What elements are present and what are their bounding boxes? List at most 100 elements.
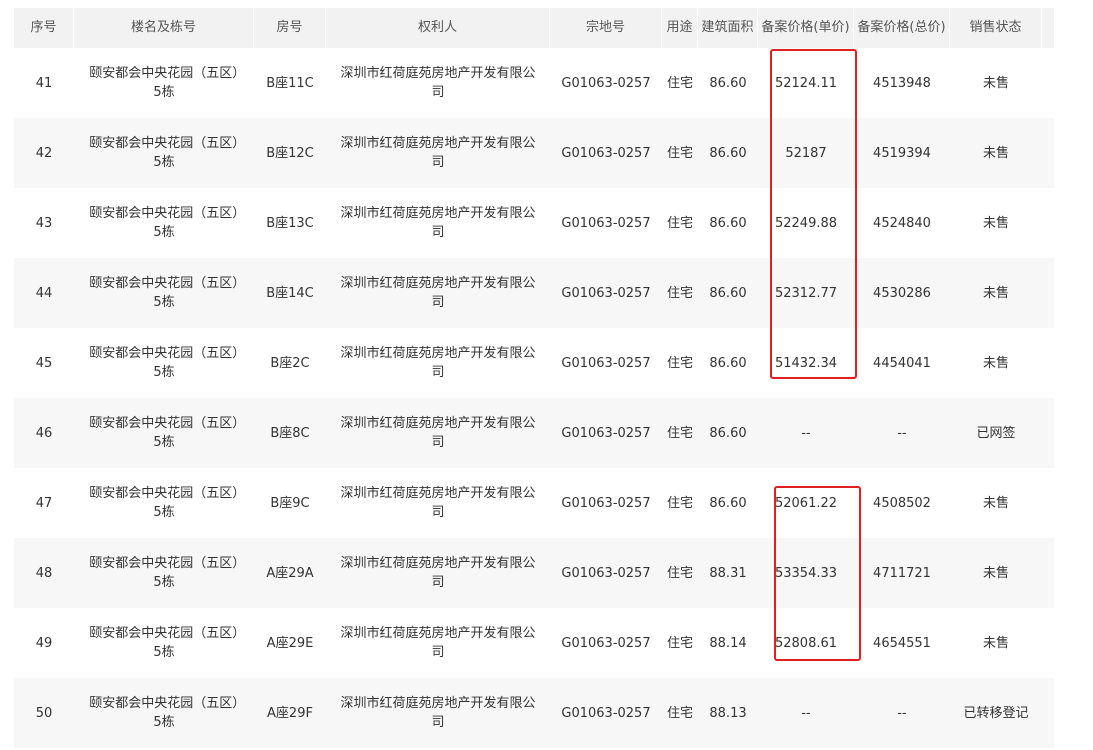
cell-total-price: 4508502	[873, 495, 931, 511]
cell-no: 47	[35, 495, 53, 511]
cell-room: B座11C	[266, 75, 314, 91]
cell-room: A座29F	[267, 705, 313, 721]
cell-no: 48	[35, 565, 53, 581]
cell-total-price: 4524840	[873, 215, 931, 231]
table-row: 49 颐安都会中央花园（五区）5栋 A座29E 深圳市红荷庭苑房地产开发有限公司 G01…	[14, 608, 1054, 678]
cell-parcel: G01063-0257	[561, 285, 651, 301]
cell-use: 住宅	[666, 355, 693, 371]
cell-owner: 深圳市红荷庭苑房地产开发有限公司	[326, 344, 550, 382]
cell-owner: 深圳市红荷庭苑房地产开发有限公司	[326, 134, 550, 172]
cell-status: 未售	[982, 495, 1009, 511]
cell-status: 未售	[982, 285, 1009, 301]
table-row: 46 颐安都会中央花园（五区）5栋 B座8C 深圳市红荷庭苑房地产开发有限公司 G010…	[14, 398, 1054, 468]
table-row: 48 颐安都会中央花园（五区）5栋 A座29A 深圳市红荷庭苑房地产开发有限公司 G01…	[14, 538, 1054, 608]
cell-owner-text: 深圳市红荷庭苑房地产开发有限公司	[340, 696, 536, 730]
cell-no: 45	[35, 355, 53, 371]
table-row: 47 颐安都会中央花园（五区）5栋 B座9C 深圳市红荷庭苑房地产开发有限公司 G010…	[14, 468, 1054, 538]
cell-no: 41	[35, 75, 53, 91]
cell-building-text: 颐安都会中央花园（五区）5栋	[89, 486, 239, 520]
cell-unit-price: 52187	[785, 145, 827, 161]
table-body: 41 颐安都会中央花园（五区）5栋 B座11C 深圳市红荷庭苑房地产开发有限公司 G01…	[14, 48, 1054, 748]
cell-no: 50	[35, 705, 53, 721]
cell-owner-text: 深圳市红荷庭苑房地产开发有限公司	[340, 626, 536, 660]
cell-total-price: 4513948	[873, 75, 931, 91]
cell-building: 颐安都会中央花园（五区）5栋	[74, 414, 254, 452]
cell-parcel: G01063-0257	[561, 705, 651, 721]
cell-owner-text: 深圳市红荷庭苑房地产开发有限公司	[340, 66, 536, 100]
cell-owner-text: 深圳市红荷庭苑房地产开发有限公司	[340, 206, 536, 240]
cell-room: A座29E	[266, 635, 314, 651]
cell-area: 86.60	[709, 355, 747, 371]
cell-total-price: 4711721	[873, 565, 931, 581]
cell-area: 86.60	[709, 145, 747, 161]
cell-building: 颐安都会中央花园（五区）5栋	[74, 554, 254, 592]
cell-unit-price: --	[801, 425, 811, 441]
cell-total-price: 4454041	[873, 355, 931, 371]
cell-owner-text: 深圳市红荷庭苑房地产开发有限公司	[340, 486, 536, 520]
cell-owner: 深圳市红荷庭苑房地产开发有限公司	[326, 64, 550, 102]
housing-table: 序号 楼名及栋号 房号 权利人 宗地号 用途 建筑面积 备案价格(单价) 备案价…	[14, 8, 1054, 748]
cell-use: 住宅	[666, 705, 693, 721]
cell-room: B座8C	[270, 425, 310, 441]
cell-building-text: 颐安都会中央花园（五区）5栋	[89, 556, 239, 590]
header-total-price: 备案价格(总价)	[854, 8, 950, 48]
cell-area: 88.13	[709, 705, 747, 721]
table-row: 42 颐安都会中央花园（五区）5栋 B座12C 深圳市红荷庭苑房地产开发有限公司 G01…	[14, 118, 1054, 188]
cell-parcel: G01063-0257	[561, 495, 651, 511]
cell-building: 颐安都会中央花园（五区）5栋	[74, 134, 254, 172]
cell-no: 44	[35, 285, 53, 301]
cell-unit-price: 53354.33	[774, 565, 838, 581]
header-parcel: 宗地号	[550, 8, 662, 48]
cell-owner-text: 深圳市红荷庭苑房地产开发有限公司	[340, 136, 536, 170]
header-use: 用途	[662, 8, 698, 48]
table-header: 序号 楼名及栋号 房号 权利人 宗地号 用途 建筑面积 备案价格(单价) 备案价…	[14, 8, 1054, 48]
cell-building-text: 颐安都会中央花园（五区）5栋	[89, 66, 239, 100]
header-area: 建筑面积	[698, 8, 758, 48]
cell-area: 86.60	[709, 75, 747, 91]
table-row: 43 颐安都会中央花园（五区）5栋 B座13C 深圳市红荷庭苑房地产开发有限公司 G01…	[14, 188, 1054, 258]
cell-status: 已网签	[976, 425, 1016, 441]
cell-no: 49	[35, 635, 53, 651]
cell-status: 未售	[982, 215, 1009, 231]
cell-total-price: 4519394	[873, 145, 931, 161]
cell-building: 颐安都会中央花园（五区）5栋	[74, 204, 254, 242]
cell-parcel: G01063-0257	[561, 355, 651, 371]
cell-building-text: 颐安都会中央花园（五区）5栋	[89, 696, 239, 730]
cell-area: 88.31	[709, 565, 747, 581]
table-row: 41 颐安都会中央花园（五区）5栋 B座11C 深圳市红荷庭苑房地产开发有限公司 G01…	[14, 48, 1054, 118]
table-row: 44 颐安都会中央花园（五区）5栋 B座14C 深圳市红荷庭苑房地产开发有限公司 G01…	[14, 258, 1054, 328]
cell-owner-text: 深圳市红荷庭苑房地产开发有限公司	[340, 346, 536, 380]
cell-use: 住宅	[666, 495, 693, 511]
cell-owner-text: 深圳市红荷庭苑房地产开发有限公司	[340, 556, 536, 590]
cell-no: 43	[35, 215, 53, 231]
cell-owner-text: 深圳市红荷庭苑房地产开发有限公司	[340, 416, 536, 450]
cell-use: 住宅	[666, 425, 693, 441]
cell-room: A座29A	[266, 565, 314, 581]
cell-owner: 深圳市红荷庭苑房地产开发有限公司	[326, 274, 550, 312]
cell-area: 86.60	[709, 425, 747, 441]
cell-no: 42	[35, 145, 53, 161]
cell-total-price: --	[897, 425, 907, 441]
cell-owner: 深圳市红荷庭苑房地产开发有限公司	[326, 484, 550, 522]
cell-parcel: G01063-0257	[561, 75, 651, 91]
cell-area: 86.60	[709, 285, 747, 301]
cell-use: 住宅	[666, 635, 693, 651]
cell-building: 颐安都会中央花园（五区）5栋	[74, 484, 254, 522]
cell-area: 86.60	[709, 495, 747, 511]
cell-building: 颐安都会中央花园（五区）5栋	[74, 624, 254, 662]
header-unit-price: 备案价格(单价)	[758, 8, 854, 48]
cell-room: B座14C	[266, 285, 314, 301]
cell-parcel: G01063-0257	[561, 145, 651, 161]
cell-building-text: 颐安都会中央花园（五区）5栋	[89, 626, 239, 660]
cell-total-price: --	[897, 705, 907, 721]
header-owner: 权利人	[326, 8, 550, 48]
header-no: 序号	[14, 8, 74, 48]
cell-owner: 深圳市红荷庭苑房地产开发有限公司	[326, 694, 550, 732]
cell-building: 颐安都会中央花园（五区）5栋	[74, 694, 254, 732]
cell-unit-price: 52249.88	[774, 215, 838, 231]
cell-use: 住宅	[666, 565, 693, 581]
cell-unit-price: 52061.22	[774, 495, 838, 511]
cell-use: 住宅	[666, 75, 693, 91]
cell-owner: 深圳市红荷庭苑房地产开发有限公司	[326, 624, 550, 662]
cell-building-text: 颐安都会中央花园（五区）5栋	[89, 136, 239, 170]
